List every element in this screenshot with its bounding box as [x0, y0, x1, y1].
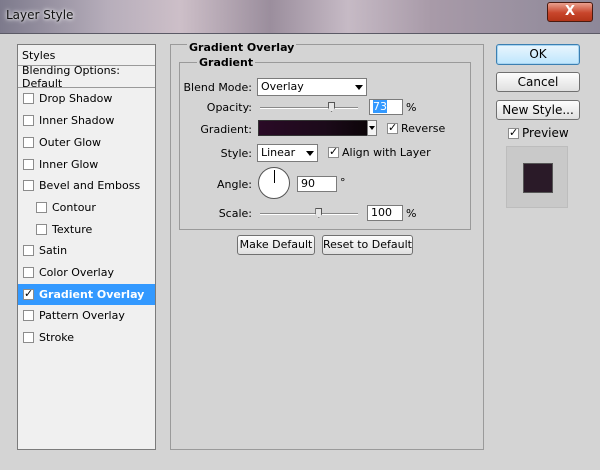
opacity-slider[interactable]	[260, 107, 358, 109]
blend-mode-value: Overlay	[261, 80, 304, 93]
scale-label: Scale:	[218, 207, 252, 220]
checkbox-icon	[387, 121, 398, 134]
chevron-down-icon	[355, 85, 363, 90]
style-label: Style:	[220, 147, 252, 160]
scale-unit: %	[406, 207, 417, 220]
preview-swatch	[523, 163, 553, 193]
checkbox-icon[interactable]	[23, 180, 34, 191]
checkbox-icon[interactable]	[23, 332, 34, 343]
chevron-down-icon	[306, 151, 314, 156]
sidebar-item-inner-shadow[interactable]: Inner Shadow	[18, 110, 155, 131]
checkbox-icon[interactable]	[36, 224, 47, 235]
blend-mode-select[interactable]: Overlay	[257, 78, 367, 96]
sidebar-item-label: Pattern Overlay	[39, 309, 125, 322]
checkbox-icon[interactable]	[23, 115, 34, 126]
preview-thumbnail	[506, 146, 568, 208]
styles-list: Styles Blending Options: Default Drop Shad…	[17, 44, 156, 450]
sidebar-item-texture[interactable]: Texture	[18, 219, 155, 240]
sidebar-item-inner-glow[interactable]: Inner Glow	[18, 154, 155, 175]
make-default-button[interactable]: Make Default	[237, 235, 315, 255]
align-with-layer-label: Align with Layer	[342, 146, 431, 159]
sidebar-item-contour[interactable]: Contour	[18, 197, 155, 218]
scale-value: 100	[371, 206, 392, 219]
cancel-button[interactable]: Cancel	[496, 72, 580, 92]
gradient-picker-button[interactable]	[367, 120, 377, 136]
sidebar-item-gradient-overlay[interactable]: Gradient Overlay	[18, 284, 155, 305]
close-button[interactable]: X	[547, 2, 593, 22]
sidebar-item-label: Gradient Overlay	[39, 288, 145, 301]
checkbox-icon	[328, 145, 339, 158]
sidebar-item-outer-glow[interactable]: Outer Glow	[18, 132, 155, 153]
sidebar-item-label: Satin	[39, 244, 68, 257]
gradient-label: Gradient:	[200, 123, 252, 136]
window-title: Layer Style	[6, 8, 74, 22]
new-style-button[interactable]: New Style...	[496, 100, 580, 120]
sidebar-item-pattern-overlay[interactable]: Pattern Overlay	[18, 305, 155, 326]
checkbox-icon[interactable]	[23, 310, 34, 321]
opacity-label: Opacity:	[206, 101, 252, 114]
title-bar: Layer Style X	[0, 0, 600, 34]
opacity-input[interactable]: 73	[369, 99, 403, 115]
checkbox-icon[interactable]	[23, 267, 34, 278]
angle-input[interactable]: 90	[297, 176, 337, 192]
sidebar-item-label: Inner Glow	[39, 158, 99, 171]
preview-label: Preview	[522, 126, 569, 140]
style-select[interactable]: Linear	[257, 144, 318, 162]
angle-value: 90	[301, 177, 315, 190]
reverse-checkbox[interactable]: Reverse	[387, 121, 446, 135]
reset-to-default-button[interactable]: Reset to Default	[322, 235, 413, 255]
sidebar-item-stroke[interactable]: Stroke	[18, 327, 155, 348]
checkbox-icon[interactable]	[36, 202, 47, 213]
sidebar-item-drop-shadow[interactable]: Drop Shadow	[18, 88, 155, 109]
close-icon: X	[564, 4, 576, 19]
sidebar-item-label: Drop Shadow	[39, 92, 113, 105]
checkbox-icon[interactable]	[23, 287, 34, 300]
sidebar-item-bevel-and-emboss[interactable]: Bevel and Emboss	[18, 175, 155, 196]
sidebar-item-label: Stroke	[39, 331, 75, 344]
sidebar-item-styles[interactable]: Styles	[18, 45, 155, 66]
sidebar-item-label: Styles	[22, 48, 56, 62]
checkbox-icon[interactable]	[23, 93, 34, 104]
angle-dial[interactable]	[258, 167, 290, 199]
style-value: Linear	[261, 146, 296, 159]
sidebar-item-blending-options-default[interactable]: Blending Options: Default	[18, 64, 155, 90]
reverse-label: Reverse	[401, 122, 446, 135]
sidebar-item-label: Texture	[52, 223, 93, 236]
ok-button[interactable]: OK	[496, 44, 580, 65]
sidebar-item-label: Contour	[52, 201, 96, 214]
sidebar-item-label: Blending Options: Default	[22, 64, 120, 90]
checkbox-icon[interactable]	[23, 137, 34, 148]
angle-unit: °	[340, 176, 346, 189]
sidebar-item-satin[interactable]: Satin	[18, 240, 155, 261]
gradient-swatch[interactable]	[258, 120, 368, 136]
opacity-value: 73	[373, 100, 387, 113]
blend-mode-label: Blend Mode:	[183, 81, 253, 94]
section-title: Gradient Overlay	[187, 41, 297, 54]
align-with-layer-checkbox[interactable]: Align with Layer	[328, 145, 431, 159]
opacity-unit: %	[406, 101, 417, 114]
checkbox-icon[interactable]	[23, 159, 34, 170]
sidebar-item-label: Bevel and Emboss	[39, 179, 141, 192]
checkbox-icon	[508, 126, 519, 139]
sidebar-item-label: Color Overlay	[39, 266, 114, 279]
sidebar-item-color-overlay[interactable]: Color Overlay	[18, 262, 155, 283]
preview-checkbox[interactable]: Preview	[508, 126, 569, 140]
scale-input[interactable]: 100	[367, 205, 403, 221]
group-title: Gradient	[197, 56, 256, 69]
angle-label: Angle:	[216, 178, 252, 191]
sidebar-item-label: Inner Shadow	[39, 114, 115, 127]
scale-slider[interactable]	[260, 213, 358, 215]
sidebar-item-label: Outer Glow	[39, 136, 102, 149]
checkbox-icon[interactable]	[23, 245, 34, 256]
